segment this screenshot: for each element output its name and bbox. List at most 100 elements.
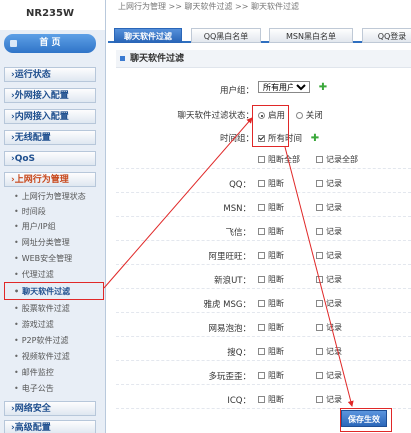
app-name: MSN： xyxy=(223,204,251,214)
record-label: 记录 xyxy=(326,179,342,188)
add-user-group-icon[interactable]: ✚ xyxy=(319,82,327,93)
block-checkbox[interactable] xyxy=(258,348,265,355)
record-label: 记录 xyxy=(326,323,342,332)
record-checkbox[interactable] xyxy=(316,252,323,259)
block-checkbox[interactable] xyxy=(258,204,265,211)
sidebar-item-url-class[interactable]: 网址分类管理 xyxy=(14,236,70,249)
device-model: NR235W xyxy=(0,0,105,30)
highlight-enable-options xyxy=(252,105,289,147)
sidebar-item-user-ip[interactable]: 用户/IP组 xyxy=(14,220,56,233)
block-label: 阻断 xyxy=(268,323,284,332)
app-row-fetion: 飞信： 阻断 记录 xyxy=(116,222,411,241)
app-name: 飞信： xyxy=(225,228,251,238)
block-label: 阻断 xyxy=(268,395,284,404)
app-row-yahoo-msg: 雅虎 MSG： 阻断 记录 xyxy=(116,294,411,313)
app-name: 阿里旺旺： xyxy=(208,252,251,262)
block-checkbox[interactable] xyxy=(258,228,265,235)
record-label: 记录 xyxy=(326,299,342,308)
sidebar-item-proxy[interactable]: 代理过滤 xyxy=(14,268,54,281)
sidebar-section-behavior[interactable]: ›上网行为管理 xyxy=(4,172,96,187)
sidebar-section-wan[interactable]: ›外网接入配置 xyxy=(4,88,96,103)
block-checkbox[interactable] xyxy=(258,300,265,307)
sidebar-item-video-filter[interactable]: 视频软件过滤 xyxy=(14,350,70,363)
block-checkbox[interactable] xyxy=(258,372,265,379)
filter-state-label: 聊天软件过滤状态： xyxy=(177,111,254,121)
block-all-label: 阻断全部 xyxy=(268,155,300,164)
app-name: ICQ： xyxy=(227,396,251,406)
sidebar-section-wireless[interactable]: ›无线配置 xyxy=(4,130,96,145)
record-label: 记录 xyxy=(326,251,342,260)
sidebar-item-p2p-filter[interactable]: P2P软件过滤 xyxy=(14,334,69,347)
record-checkbox[interactable] xyxy=(316,180,323,187)
home-button[interactable]: 首 页 xyxy=(4,34,96,53)
block-label: 阻断 xyxy=(268,347,284,356)
breadcrumb: 上网行为管理 >> 聊天软件过滤 >> 聊天软件过滤 xyxy=(118,2,299,11)
home-icon xyxy=(10,40,17,47)
block-checkbox[interactable] xyxy=(258,180,265,187)
record-checkbox[interactable] xyxy=(316,228,323,235)
add-time-group-icon[interactable]: ✚ xyxy=(311,133,319,144)
block-label: 阻断 xyxy=(268,203,284,212)
app-row-qq: QQ： 阻断 记录 xyxy=(116,174,411,193)
tab-qq-list[interactable]: QQ黑白名单 xyxy=(191,28,261,43)
sidebar-section-advanced[interactable]: ›高级配置 xyxy=(4,420,96,433)
sidebar-item-game-filter[interactable]: 游戏过滤 xyxy=(14,318,54,331)
tab-qq-login[interactable]: QQ登录 xyxy=(362,28,411,43)
block-label: 阻断 xyxy=(268,275,284,284)
sidebar-section-status[interactable]: ›运行状态 xyxy=(4,67,96,82)
block-checkbox[interactable] xyxy=(258,396,265,403)
select-all-row: 阻断全部 记录全部 xyxy=(116,150,411,169)
app-row-aliwangwang: 阿里旺旺： 阻断 记录 xyxy=(116,246,411,265)
block-label: 阻断 xyxy=(268,227,284,236)
app-name: 雅虎 MSG： xyxy=(203,300,251,310)
block-label: 阻断 xyxy=(268,299,284,308)
block-label: 阻断 xyxy=(268,371,284,380)
user-group-select[interactable]: 所有用户 xyxy=(258,81,310,93)
record-checkbox[interactable] xyxy=(316,324,323,331)
disable-label: 关闭 xyxy=(305,111,323,121)
record-all-checkbox[interactable] xyxy=(316,156,323,163)
block-checkbox[interactable] xyxy=(258,276,265,283)
time-group-label: 时间组： xyxy=(219,134,254,144)
highlight-sidebar-chat-filter xyxy=(4,282,104,300)
app-name: 新浪UT： xyxy=(214,276,251,286)
sidebar-section-lan[interactable]: ›内网接入配置 xyxy=(4,109,96,124)
record-label: 记录 xyxy=(326,275,342,284)
record-checkbox[interactable] xyxy=(316,276,323,283)
record-label: 记录 xyxy=(326,203,342,212)
sidebar-item-web-security[interactable]: WEB安全管理 xyxy=(14,252,72,265)
block-all-checkbox[interactable] xyxy=(258,156,265,163)
home-label: 首 页 xyxy=(39,38,61,48)
block-checkbox[interactable] xyxy=(258,252,265,259)
tab-bar: 聊天软件过滤 QQ黑白名单 MSN黑白名单 QQ登录 xyxy=(108,26,411,43)
app-name: QQ： xyxy=(229,180,251,190)
app-row-souq: 搜Q： 阻断 记录 xyxy=(116,342,411,361)
block-label: 阻断 xyxy=(268,251,284,260)
user-group-label: 用户组： xyxy=(219,86,254,96)
sidebar-item-stock-filter[interactable]: 股票软件过滤 xyxy=(14,302,70,315)
record-checkbox[interactable] xyxy=(316,300,323,307)
watermark xyxy=(300,370,410,420)
record-checkbox[interactable] xyxy=(316,204,323,211)
panel-title: 聊天软件过滤 xyxy=(116,50,411,68)
block-checkbox[interactable] xyxy=(258,324,265,331)
sidebar-item-behavior-status[interactable]: 上网行为管理状态 xyxy=(14,190,86,203)
app-name: 搜Q： xyxy=(227,348,251,358)
app-row-sina-ut: 新浪UT： 阻断 记录 xyxy=(116,270,411,289)
disable-radio[interactable] xyxy=(295,112,303,119)
app-row-msn: MSN： 阻断 记录 xyxy=(116,198,411,217)
sidebar-section-qos[interactable]: ›QoS xyxy=(4,151,96,166)
block-label: 阻断 xyxy=(268,179,284,188)
sidebar: NR235W 首 页 ›运行状态 ›外网接入配置 ›内网接入配置 ›无线配置 ›… xyxy=(0,0,106,433)
tab-chat-filter[interactable]: 聊天软件过滤 xyxy=(114,28,182,43)
sidebar-item-mail-monitor[interactable]: 邮件监控 xyxy=(14,366,54,379)
tab-msn-list[interactable]: MSN黑白名单 xyxy=(269,28,353,43)
app-name: 网易泡泡： xyxy=(208,324,251,334)
record-checkbox[interactable] xyxy=(316,348,323,355)
sidebar-section-security[interactable]: ›网络安全 xyxy=(4,401,96,416)
record-label: 记录 xyxy=(326,347,342,356)
app-name: 多玩歪歪： xyxy=(208,372,251,382)
record-all-label: 记录全部 xyxy=(326,155,358,164)
sidebar-item-bulletin[interactable]: 电子公告 xyxy=(14,382,54,395)
sidebar-item-time[interactable]: 时间段 xyxy=(14,205,46,218)
